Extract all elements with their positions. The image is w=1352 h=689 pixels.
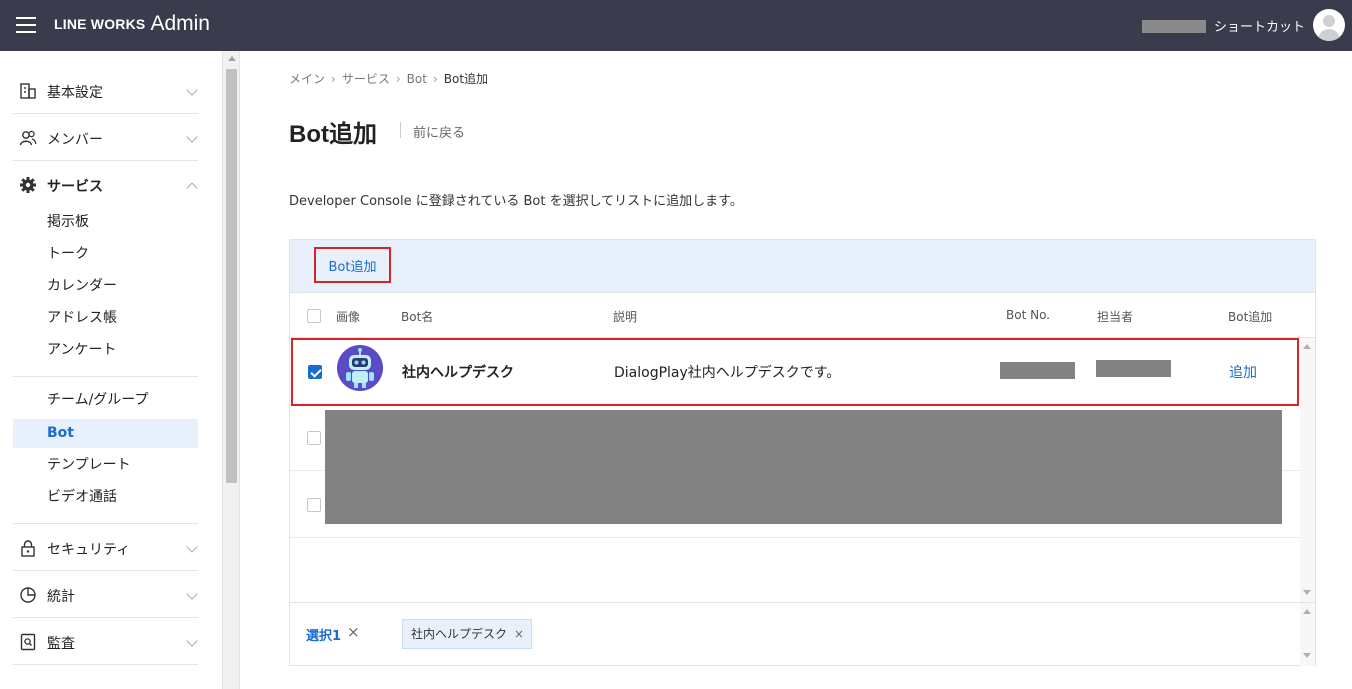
table-header: 画像 Bot名 説明 Bot No. 担当者 Bot追加 xyxy=(290,294,1315,338)
scroll-up-arrow-icon[interactable] xyxy=(1303,344,1311,349)
sidebar-divider xyxy=(13,376,198,377)
sidebar-item-team-group[interactable]: チーム/グループ xyxy=(13,386,198,415)
add-bot-link[interactable]: 追加 xyxy=(1229,362,1257,382)
brand-product: Admin xyxy=(150,12,210,35)
redacted-user-name xyxy=(1142,20,1206,33)
user-avatar-icon[interactable] xyxy=(1313,9,1345,41)
scroll-down-arrow-icon[interactable] xyxy=(1303,653,1311,658)
audit-icon xyxy=(20,633,36,651)
chevron-right-icon: › xyxy=(395,72,401,86)
members-icon xyxy=(19,130,37,146)
sidebar-section-label: サービス xyxy=(47,179,103,195)
chevron-up-icon xyxy=(186,182,198,194)
add-bot-button[interactable]: Bot追加 xyxy=(314,247,391,283)
sidebar-section-members[interactable]: メンバー xyxy=(13,114,198,161)
clear-selection-icon[interactable]: × xyxy=(347,623,360,641)
breadcrumb-services[interactable]: サービス xyxy=(342,72,390,86)
sidebar-item-video-call[interactable]: ビデオ通話 xyxy=(13,483,198,512)
scroll-up-arrow-icon[interactable] xyxy=(228,56,236,61)
row-checkbox[interactable] xyxy=(308,365,322,379)
column-header-bot-add: Bot追加 xyxy=(1228,310,1273,324)
chevron-down-icon xyxy=(186,588,198,600)
lock-icon xyxy=(21,540,35,557)
select-all-checkbox[interactable] xyxy=(307,309,321,323)
sidebar-section-statistics[interactable]: 統計 xyxy=(13,571,198,618)
sidebar-section-services[interactable]: サービス xyxy=(13,161,198,208)
sidebar-item-bulletin-board[interactable]: 掲示板 xyxy=(13,208,198,237)
breadcrumb-current: Bot追加 xyxy=(443,72,489,86)
scroll-down-arrow-icon[interactable] xyxy=(1303,590,1311,595)
sidebar-section-label: セキュリティ xyxy=(47,542,131,558)
chevron-down-icon xyxy=(186,131,198,143)
sidebar-section-label: 統計 xyxy=(47,589,75,605)
brand-logo[interactable]: LINE WORKS Admin xyxy=(54,12,210,36)
sidebar-item-calendar[interactable]: カレンダー xyxy=(13,272,198,301)
column-header-description: 説明 xyxy=(613,310,638,324)
back-link[interactable]: 前に戻る xyxy=(413,122,465,141)
row-checkbox[interactable] xyxy=(307,498,321,512)
chip-label: 社内ヘルプデスク xyxy=(411,627,508,641)
list-scrollbar[interactable] xyxy=(1300,338,1315,602)
bot-description: DialogPlay社内ヘルプデスクです。 xyxy=(614,365,841,381)
sidebar-section-label: メンバー xyxy=(47,132,103,148)
sidebar-item-address-book[interactable]: アドレス帳 xyxy=(13,304,198,333)
column-header-bot-name: Bot名 xyxy=(401,310,434,324)
chevron-down-icon xyxy=(186,635,198,647)
sidebar-section-security[interactable]: セキュリティ xyxy=(13,524,198,571)
sidebar-item-survey[interactable]: アンケート xyxy=(13,336,198,365)
scrollbar-thumb[interactable] xyxy=(226,69,237,483)
selected-bot-chip: 社内ヘルプデスク × xyxy=(402,619,533,649)
bot-name: 社内ヘルプデスク xyxy=(402,365,514,381)
sidebar: 基本設定 メンバー サービス 掲示板 トーク カレンダー アドレス帳 アンケート… xyxy=(0,51,222,689)
gear-icon xyxy=(20,177,36,193)
chevron-down-icon xyxy=(186,84,198,96)
sidebar-scrollbar[interactable] xyxy=(222,51,240,689)
sidebar-section-audit[interactable]: 監査 xyxy=(13,618,198,665)
chevron-right-icon: › xyxy=(331,72,336,86)
breadcrumb-bot[interactable]: Bot xyxy=(407,72,427,86)
robot-icon xyxy=(346,348,374,388)
breadcrumb-main[interactable]: メイン xyxy=(289,72,325,86)
row-checkbox[interactable] xyxy=(307,431,321,445)
redacted-bot-number xyxy=(1000,362,1075,379)
sidebar-section-basic-settings[interactable]: 基本設定 xyxy=(13,67,198,114)
selection-footer: 選択1 × 社内ヘルプデスク × xyxy=(290,602,1315,666)
redacted-manager xyxy=(1096,360,1171,377)
column-header-manager: 担当者 xyxy=(1097,310,1134,324)
shortcut-link[interactable]: ショートカット xyxy=(1214,16,1305,35)
panel-toolbar: Bot追加 xyxy=(290,240,1315,293)
building-icon xyxy=(20,83,36,99)
sidebar-item-template[interactable]: テンプレート xyxy=(13,451,198,480)
menu-icon[interactable] xyxy=(16,17,36,33)
redacted-rows xyxy=(325,410,1282,524)
sidebar-section-label: 基本設定 xyxy=(47,85,103,101)
pie-chart-icon xyxy=(20,587,36,603)
breadcrumb: メイン › サービス › Bot › Bot追加 xyxy=(289,70,488,87)
bot-image xyxy=(337,345,383,391)
page-title: Bot追加 xyxy=(289,121,377,148)
column-header-image: 画像 xyxy=(336,310,361,324)
footer-scrollbar[interactable] xyxy=(1300,603,1315,666)
sidebar-section-label: 監査 xyxy=(47,636,75,652)
column-header-bot-no: Bot No. xyxy=(1006,308,1051,322)
sidebar-item-bot[interactable]: Bot xyxy=(13,419,198,448)
title-divider xyxy=(400,122,401,138)
chevron-right-icon: › xyxy=(432,72,438,86)
selection-count: 選択1 xyxy=(306,629,342,644)
bot-list-panel: Bot追加 画像 Bot名 説明 Bot No. 担当者 Bot追加 社内ヘルプ… xyxy=(289,239,1316,666)
top-bar: LINE WORKS Admin ショートカット xyxy=(0,0,1352,51)
table-row[interactable]: 社内ヘルプデスク DialogPlay社内ヘルプデスクです。 追加 xyxy=(291,338,1299,406)
row-divider xyxy=(290,537,1300,538)
sidebar-item-talk[interactable]: トーク xyxy=(13,240,198,269)
chip-remove-icon[interactable]: × xyxy=(514,620,524,648)
page-description: Developer Console に登録されている Bot を選択してリストに… xyxy=(289,194,743,209)
chevron-down-icon xyxy=(186,541,198,553)
scroll-up-arrow-icon[interactable] xyxy=(1303,609,1311,614)
brand-name: LINE WORKS xyxy=(54,16,146,32)
